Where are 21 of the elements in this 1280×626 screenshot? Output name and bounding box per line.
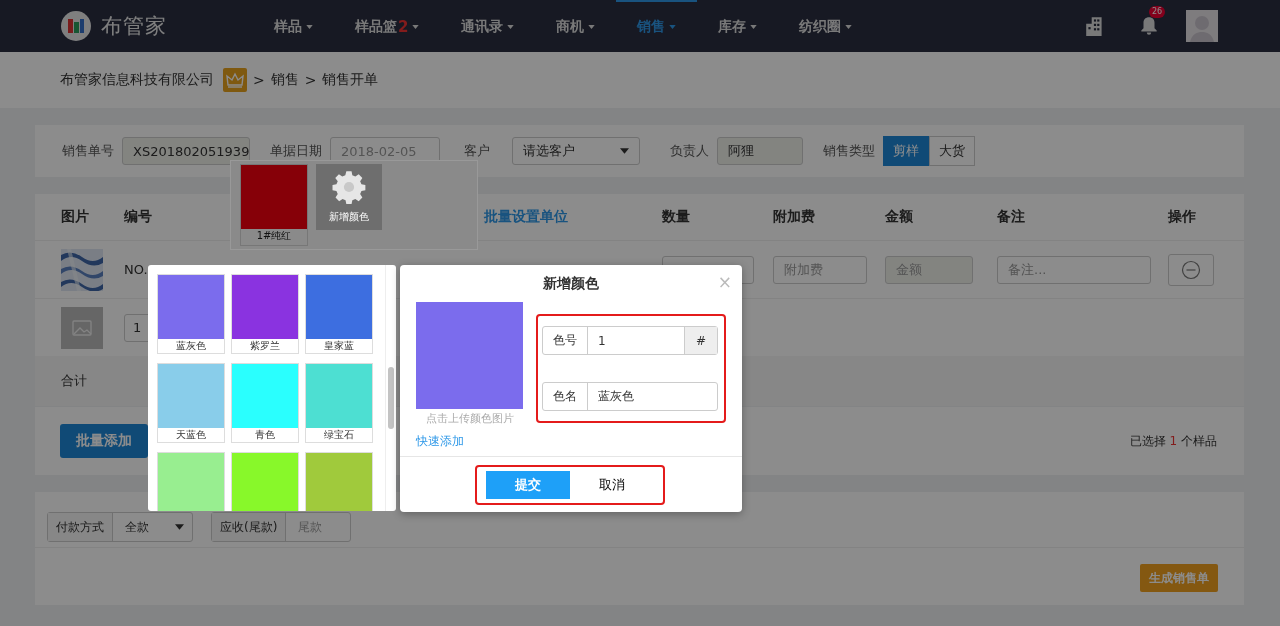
- column-header: 备注: [997, 208, 1025, 226]
- field-label: 负责人: [670, 142, 709, 160]
- column-header: 图片: [61, 208, 89, 226]
- notification-badge: 26: [1149, 6, 1166, 18]
- column-header: 附加费: [773, 208, 815, 226]
- field-label: 单据日期: [270, 142, 322, 160]
- column-header: 金额: [885, 208, 913, 226]
- brand-name: 布管家: [101, 13, 167, 40]
- field-label: 销售单号: [62, 142, 114, 160]
- upload-hint: 点击上传颜色图片: [425, 411, 515, 426]
- dialog-title: 新增颜色: [543, 275, 599, 293]
- sample-code: NO.: [124, 262, 149, 277]
- total-label: 合计: [61, 372, 87, 390]
- column-header: 操作: [1168, 208, 1196, 226]
- column-header: 编号: [124, 208, 152, 226]
- selection-summary: 已选择 1 个样品: [1129, 432, 1217, 450]
- field-label: 客户: [464, 142, 490, 160]
- breadcrumb-separator: >: [253, 72, 265, 88]
- field-label: 销售类型: [823, 142, 875, 160]
- breadcrumb-separator: >: [304, 72, 317, 88]
- column-header: 数量: [662, 208, 690, 226]
